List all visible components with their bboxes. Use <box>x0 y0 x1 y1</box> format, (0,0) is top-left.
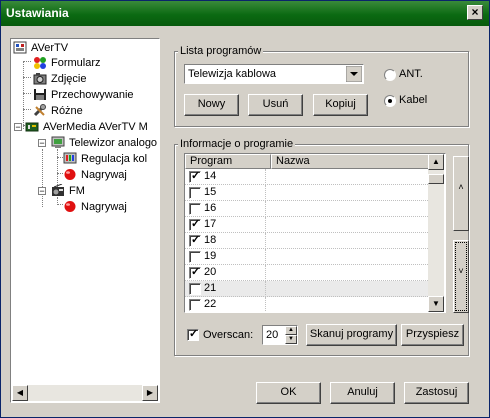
scroll-up-button[interactable]: ▲ <box>428 154 444 170</box>
tree-item-label: AVerTV <box>31 42 69 54</box>
apply-button[interactable]: Zastosuj <box>404 382 469 404</box>
collapse-toggle[interactable]: − <box>38 139 46 148</box>
row-checkbox[interactable] <box>189 251 201 263</box>
scroll-left-button[interactable]: ◀ <box>12 385 28 401</box>
overscan-stepper[interactable]: 20 ▲ ▼ <box>262 325 298 345</box>
program-table[interactable]: Program Nazwa 14 15 16 17 18 19 20 21 22 ▲ ▼ <box>184 153 446 313</box>
collapse-toggle[interactable]: − <box>14 123 22 132</box>
program-number: 19 <box>204 250 217 262</box>
column-header-name[interactable]: Nazwa <box>271 154 429 169</box>
row-checkbox[interactable] <box>189 299 201 311</box>
form-icon <box>34 57 46 69</box>
radio-icon <box>52 184 64 196</box>
tree-item-label: Przechowywanie <box>51 89 134 101</box>
disk-icon <box>34 89 46 100</box>
program-number: 21 <box>204 282 217 294</box>
column-header-program[interactable]: Program <box>185 154 271 169</box>
program-table-scrollbar[interactable]: ▲ ▼ <box>428 154 444 312</box>
record-icon <box>64 201 76 212</box>
table-row[interactable]: 22 <box>185 297 428 312</box>
tree-item-label: Zdjęcie <box>51 73 87 85</box>
scroll-thumb[interactable] <box>428 174 444 184</box>
tree-item-label: Nagrywaj <box>81 201 127 213</box>
source-select-value: Telewizja kablowa <box>188 68 277 80</box>
tree-item-label: Nagrywaj <box>81 169 127 181</box>
close-button[interactable]: × <box>467 5 483 20</box>
record-icon <box>64 169 76 180</box>
cancel-button[interactable]: Anuluj <box>330 382 395 404</box>
device-icon <box>25 122 39 132</box>
program-number: 20 <box>204 266 217 278</box>
tree-item-label: Formularz <box>51 57 101 69</box>
table-row[interactable]: 21 <box>185 281 428 297</box>
scroll-down-button[interactable]: ▼ <box>428 296 444 312</box>
new-button[interactable]: Nowy <box>184 94 239 116</box>
avertv-icon <box>13 41 27 54</box>
table-row[interactable]: 16 <box>185 201 428 217</box>
program-number: 14 <box>204 170 217 182</box>
caret-down-icon: ˅ <box>458 266 464 276</box>
table-row[interactable]: 19 <box>185 249 428 265</box>
tools-icon <box>33 104 46 117</box>
settings-window: Ustawiania × AVerTV Formularz Zdjęcie Pr… <box>0 0 490 418</box>
speedup-button[interactable]: Przyspiesz <box>401 324 464 346</box>
tree-item-label: Telewizor analogo <box>69 137 158 149</box>
table-row[interactable]: 18 <box>185 233 428 249</box>
program-number: 18 <box>204 234 217 246</box>
tv-icon <box>51 136 65 148</box>
row-checkbox[interactable] <box>189 265 201 279</box>
antenna-label: ANT. <box>399 68 423 80</box>
antenna-radio[interactable] <box>384 69 396 81</box>
camera-icon <box>33 73 47 85</box>
row-checkbox[interactable] <box>189 217 201 231</box>
row-checkbox[interactable] <box>189 203 201 215</box>
move-down-button[interactable]: ˅ <box>453 240 469 313</box>
program-info-title: Informacje o programie <box>178 138 296 150</box>
overscan-value: 20 <box>266 329 279 341</box>
tree-item-label: AVerMedia AVerTV M <box>43 121 148 133</box>
title-bar[interactable]: Ustawiania × <box>1 1 489 26</box>
row-checkbox[interactable] <box>189 169 201 183</box>
stepper-up-button[interactable]: ▲ <box>285 326 297 335</box>
table-row[interactable]: 20 <box>185 265 428 281</box>
table-row[interactable]: 17 <box>185 217 428 233</box>
tree-item-label: Regulacja kol <box>81 153 148 165</box>
delete-button[interactable]: Usuń <box>248 94 303 116</box>
window-title: Ustawiania <box>6 6 69 20</box>
settings-tree[interactable]: AVerTV Formularz Zdjęcie Przechowywanie … <box>10 38 160 403</box>
ok-button[interactable]: OK <box>256 382 321 404</box>
copy-button[interactable]: Kopiuj <box>313 94 368 116</box>
stepper-down-button[interactable]: ▼ <box>285 335 297 344</box>
move-up-button[interactable]: ˄ <box>453 156 469 231</box>
program-number: 22 <box>204 298 217 310</box>
color-adjust-icon <box>63 152 77 164</box>
cable-label: Kabel <box>399 94 428 106</box>
tree-item-label: Różne <box>51 105 83 117</box>
tree-item-label: FM <box>69 185 85 197</box>
table-row[interactable]: 15 <box>185 185 428 201</box>
program-list-title: Lista programów <box>178 45 264 57</box>
overscan-checkbox[interactable] <box>187 327 199 341</box>
program-number: 16 <box>204 202 217 214</box>
scroll-right-button[interactable]: ▶ <box>142 385 158 401</box>
program-number: 15 <box>204 186 217 198</box>
scan-programs-button[interactable]: Skanuj programy <box>306 324 397 346</box>
chevron-down-icon[interactable] <box>346 66 362 82</box>
caret-up-icon: ˄ <box>458 182 464 192</box>
source-select[interactable]: Telewizja kablowa <box>184 64 364 84</box>
row-checkbox[interactable] <box>189 283 201 295</box>
row-checkbox[interactable] <box>189 233 201 247</box>
row-checkbox[interactable] <box>189 187 201 199</box>
tree-horizontal-scrollbar[interactable]: ◀ ▶ <box>12 385 158 401</box>
collapse-toggle[interactable]: − <box>38 187 46 196</box>
program-number: 17 <box>204 218 217 230</box>
cable-radio[interactable] <box>384 95 396 107</box>
table-row[interactable]: 14 <box>185 169 428 185</box>
overscan-label: Overscan: <box>203 329 254 341</box>
